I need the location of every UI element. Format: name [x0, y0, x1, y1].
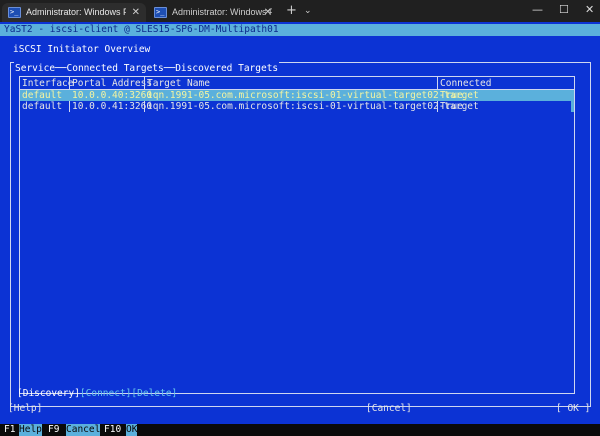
terminal-area[interactable]: YaST2 - iscsi-client @ SLES15-SP6-DM-Mul… — [0, 22, 600, 436]
tab-label: Administrator: Windows Powe — [172, 7, 272, 17]
function-key-bar: F1 Help F9 Cancel F10 OK — [0, 424, 600, 436]
cancel-button[interactable]: [Cancel] — [366, 403, 412, 415]
tab-service[interactable]: Service — [15, 63, 55, 74]
cell-target-name: iqn.1991-05.com.microsoft:iscsi-01-virtu… — [147, 90, 479, 101]
chevron-down-icon[interactable]: ⌄ — [304, 6, 312, 16]
tab-separator: ── — [163, 63, 176, 74]
tab-powershell-2[interactable]: Administrator: Windows Powe ✕ — [148, 3, 278, 22]
tab-label: Administrator: Windows Powe — [26, 7, 126, 17]
yast-header-bar: YaST2 - iscsi-client @ SLES15-SP6-DM-Mul… — [0, 24, 600, 36]
minimize-button[interactable]: — — [532, 3, 543, 16]
fkey-f10[interactable]: F10 — [104, 424, 122, 436]
fkey-f10-label[interactable]: OK — [126, 424, 138, 436]
cell-target-name: iqn.1991-05.com.microsoft:iscsi-01-virtu… — [147, 101, 479, 112]
tab-close-icon[interactable]: ✕ — [264, 3, 272, 22]
table-row[interactable]: default 10.0.0.40:3260 iqn.1991-05.com.m… — [20, 90, 571, 101]
tab-powershell-1[interactable]: Administrator: Windows Powe ✕ — [2, 3, 146, 22]
discovery-button[interactable]: [Discovery] — [17, 388, 80, 399]
fkey-f1-label[interactable]: Help — [19, 424, 42, 436]
targets-table — [19, 76, 575, 394]
delete-button[interactable]: [Delete] — [131, 388, 177, 399]
cell-portal-address: 10.0.0.40:3260 — [72, 90, 153, 101]
new-tab-button[interactable]: + — [286, 3, 297, 18]
ok-button[interactable]: [ OK ] — [556, 403, 590, 415]
tab-close-icon[interactable]: ✕ — [132, 3, 140, 22]
cell-interface: default — [22, 101, 63, 112]
maximize-button[interactable]: ☐ — [559, 3, 569, 16]
title-bar: Administrator: Windows Powe ✕ Administra… — [0, 0, 600, 22]
cell-connected: True — [440, 90, 463, 101]
action-buttons: [Discovery][Connect][Delete] — [17, 381, 177, 400]
yast-header: YaST2 - iscsi-client @ SLES15-SP6-DM-Mul… — [4, 24, 279, 35]
cell-portal-address: 10.0.0.41:3260 — [72, 101, 153, 112]
cell-connected: True — [440, 101, 463, 112]
help-button[interactable]: [Help] — [8, 403, 42, 415]
tab-connected-targets[interactable]: Connected Targets — [67, 63, 164, 74]
fkey-f9[interactable]: F9 — [48, 424, 60, 436]
fkey-f9-label[interactable]: Cancel — [66, 424, 101, 436]
terminal-icon — [154, 3, 167, 22]
connect-button[interactable]: [Connect] — [80, 388, 131, 399]
tab-discovered-targets[interactable]: Discovered Targets — [175, 63, 278, 74]
close-button[interactable]: ✕ — [585, 3, 594, 16]
tab-separator: ── — [55, 63, 67, 74]
table-row[interactable]: default 10.0.0.41:3260 iqn.1991-05.com.m… — [20, 101, 571, 112]
cell-interface: default — [22, 90, 63, 101]
table-scrollbar[interactable] — [571, 90, 574, 112]
page-title: iSCSI Initiator Overview — [13, 44, 151, 55]
terminal-icon — [8, 3, 21, 22]
fkey-f1[interactable]: F1 — [4, 424, 16, 436]
tab-bar: Service──Connected Targets──Discovered T… — [14, 56, 280, 75]
